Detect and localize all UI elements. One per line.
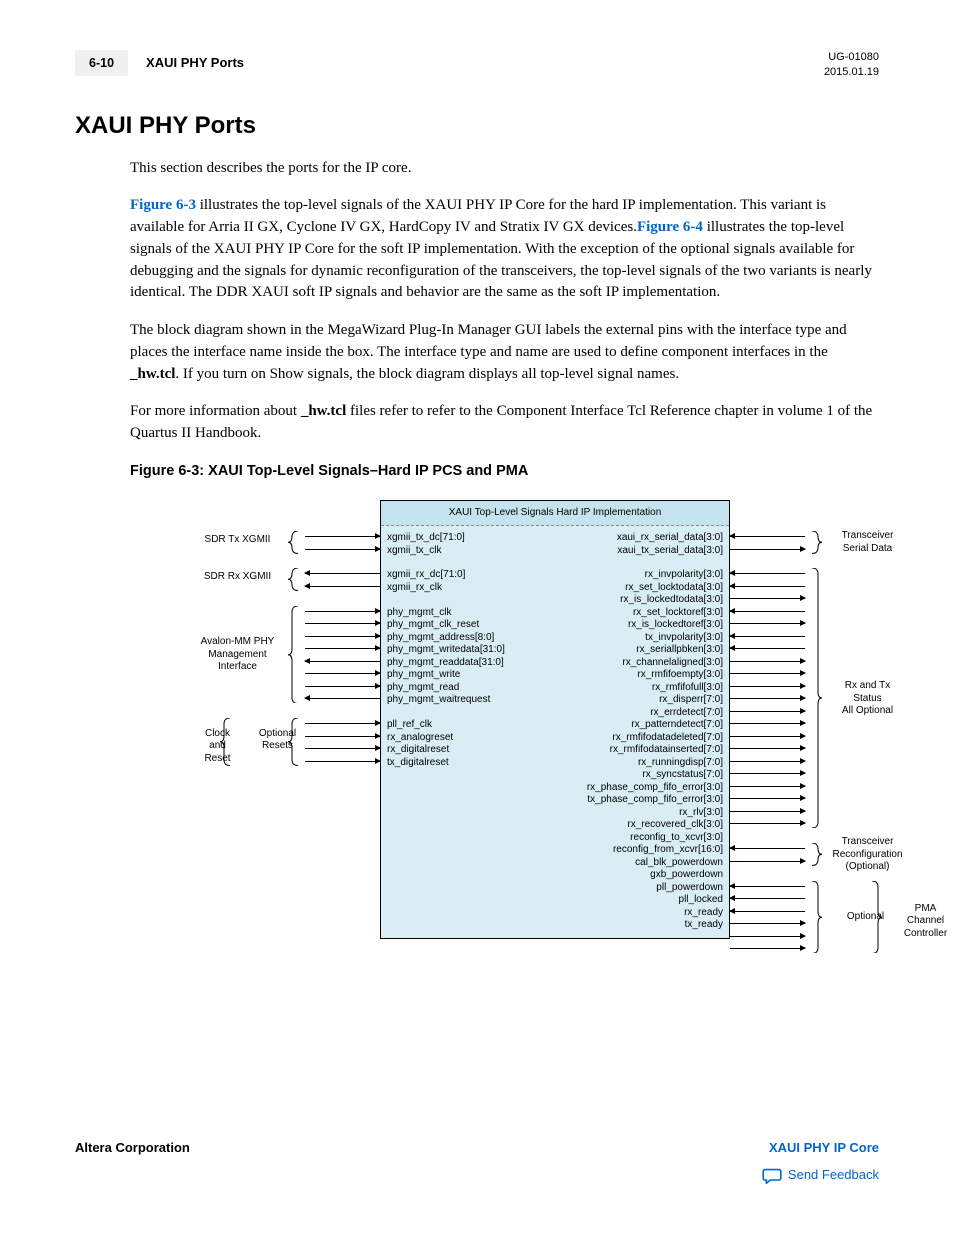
signal-arrow	[730, 711, 805, 712]
page-footer: Altera Corporation XAUI PHY IP Core Send…	[75, 1139, 879, 1185]
para3-text-b: . If you turn on Show signals, the block…	[175, 366, 679, 382]
doc-date: 2015.01.19	[824, 65, 879, 80]
hwtcl-bold-1: _hw.tcl	[130, 366, 175, 382]
group-label: TransceiverSerial Data	[825, 530, 910, 555]
brace-icon	[810, 531, 822, 554]
brace-icon	[288, 531, 300, 554]
signal-arrow	[305, 536, 380, 537]
signal-arrow	[730, 761, 805, 762]
signal-arrow	[730, 648, 805, 649]
signal-arrow	[305, 549, 380, 550]
signal-arrow	[730, 886, 805, 887]
description-paragraph-3: For more information about _hw.tcl files…	[130, 401, 879, 445]
signal-arrow	[730, 673, 805, 674]
feedback-icon	[762, 1168, 782, 1184]
signal-arrow	[305, 636, 380, 637]
signal-arrow	[730, 848, 805, 849]
signal-arrow	[730, 786, 805, 787]
para3-text-a: The block diagram shown in the MegaWizar…	[130, 322, 847, 360]
signal-arrow	[730, 623, 805, 624]
send-feedback-link[interactable]: Send Feedback	[762, 1166, 879, 1185]
brace-icon	[810, 843, 822, 866]
signal-arrow	[730, 898, 805, 899]
signal-arrow	[730, 861, 805, 862]
figure-6-3-link[interactable]: Figure 6-3	[130, 197, 196, 213]
signal-arrow	[730, 611, 805, 612]
doc-id: UG-01080	[824, 50, 879, 65]
signal-arrow	[305, 586, 380, 587]
figure-6-4-link[interactable]: Figure 6-4	[637, 219, 703, 235]
signal-arrow	[730, 698, 805, 699]
footer-ip-core-link[interactable]: XAUI PHY IP Core	[769, 1140, 879, 1155]
footer-right: XAUI PHY IP Core Send Feedback	[762, 1139, 879, 1185]
brace-icon	[810, 881, 822, 954]
para4-text-a: For more information about	[130, 403, 301, 419]
signal-arrow	[305, 661, 380, 662]
page-title: XAUI PHY Ports	[75, 109, 879, 144]
signal-arrow	[305, 761, 380, 762]
footer-corp: Altera Corporation	[75, 1139, 190, 1158]
brace-icon	[288, 568, 300, 591]
page-header: 6-10 XAUI PHY Ports UG-01080 2015.01.19	[75, 50, 879, 81]
signal-arrow	[305, 673, 380, 674]
header-left: 6-10 XAUI PHY Ports	[75, 50, 244, 76]
signal-arrow	[730, 536, 805, 537]
group-label: SDR Rx XGMII	[195, 571, 280, 584]
signal-arrow	[730, 723, 805, 724]
signal-arrow	[730, 823, 805, 824]
signal-arrow	[730, 661, 805, 662]
page-number: 6-10	[75, 50, 128, 76]
signal-arrow	[305, 573, 380, 574]
signal-arrow	[305, 686, 380, 687]
description-paragraph-2: The block diagram shown in the MegaWizar…	[130, 320, 879, 385]
signal-arrow	[730, 811, 805, 812]
signal-arrow	[305, 648, 380, 649]
signal-arrow	[730, 948, 805, 949]
brace-icon	[288, 606, 300, 704]
signal-arrow	[730, 686, 805, 687]
signal-arrow	[730, 936, 805, 937]
signal-arrow	[730, 586, 805, 587]
group-label: SDR Tx XGMII	[195, 534, 280, 547]
description-paragraph-1: Figure 6-3 illustrates the top-level sig…	[130, 195, 879, 304]
signal-arrow	[305, 723, 380, 724]
group-label: TransceiverReconfiguration(Optional)	[825, 836, 910, 874]
hwtcl-bold-2: _hw.tcl	[301, 403, 346, 419]
signal-arrow	[730, 549, 805, 550]
signal-arrow	[305, 611, 380, 612]
header-section: XAUI PHY Ports	[146, 54, 244, 73]
block-diagram: XAUI Top-Level Signals Hard IP Implement…	[185, 500, 925, 939]
signal-arrow	[730, 923, 805, 924]
signal-arrow	[730, 748, 805, 749]
signal-arrow	[730, 736, 805, 737]
intro-paragraph: This section describes the ports for the…	[130, 158, 879, 180]
signal-arrow	[305, 623, 380, 624]
signal-arrow	[730, 598, 805, 599]
signal-arrow	[730, 798, 805, 799]
figure-caption: Figure 6-3: XAUI Top-Level Signals–Hard …	[130, 461, 879, 482]
brace-icon	[810, 568, 822, 828]
signal-arrow	[730, 636, 805, 637]
group-label: ClockandReset	[175, 728, 260, 766]
group-label: PMAChannelController	[883, 903, 954, 941]
signal-arrow	[305, 698, 380, 699]
diagram-overlay: SDR Tx XGMII SDR Rx XGMII Avalon-MM PHYMan…	[185, 500, 925, 939]
signal-arrow	[730, 911, 805, 912]
group-label: Avalon-MM PHYManagementInterface	[195, 636, 280, 674]
feedback-label: Send Feedback	[788, 1166, 879, 1185]
signal-arrow	[730, 573, 805, 574]
signal-arrow	[730, 773, 805, 774]
brace-icon	[870, 881, 882, 954]
header-right: UG-01080 2015.01.19	[824, 50, 879, 81]
group-label: Rx and TxStatusAll Optional	[825, 680, 910, 718]
